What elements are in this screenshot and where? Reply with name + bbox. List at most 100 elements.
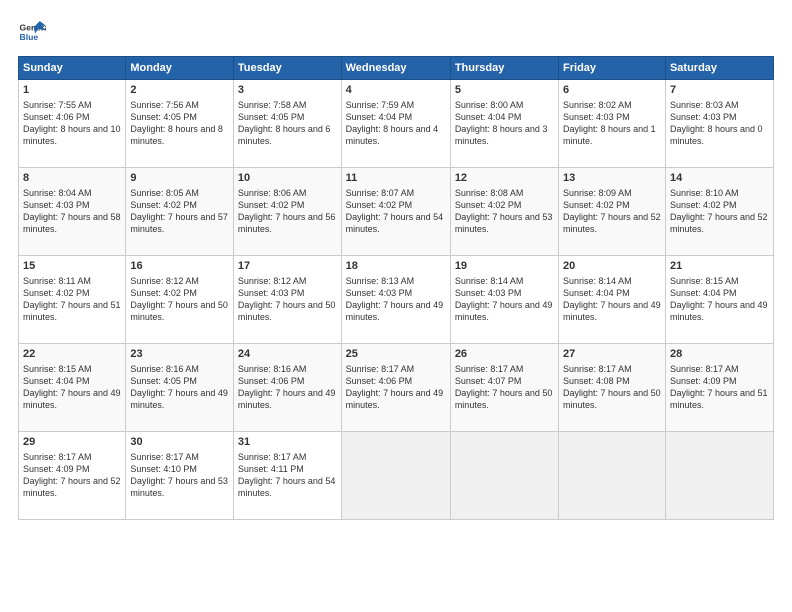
calendar-day-cell: 13Sunrise: 8:09 AMSunset: 4:02 PMDayligh… (559, 168, 666, 256)
sunrise-text: Sunrise: 8:17 AM (455, 364, 524, 374)
sunset-text: Sunset: 4:05 PM (238, 112, 305, 122)
day-of-week-header: Thursday (450, 57, 558, 80)
daylight-text: Daylight: 7 hours and 53 minutes. (455, 212, 553, 234)
calendar-day-cell: 17Sunrise: 8:12 AMSunset: 4:03 PMDayligh… (233, 256, 341, 344)
calendar-day-cell: 30Sunrise: 8:17 AMSunset: 4:10 PMDayligh… (126, 432, 234, 520)
day-number: 20 (563, 259, 661, 274)
sunrise-text: Sunrise: 8:00 AM (455, 100, 524, 110)
day-number: 8 (23, 171, 121, 186)
calendar-week-row: 29Sunrise: 8:17 AMSunset: 4:09 PMDayligh… (19, 432, 774, 520)
daylight-text: Daylight: 7 hours and 49 minutes. (455, 300, 553, 322)
sunrise-text: Sunrise: 8:15 AM (670, 276, 739, 286)
daylight-text: Daylight: 7 hours and 57 minutes. (130, 212, 228, 234)
daylight-text: Daylight: 7 hours and 54 minutes. (238, 476, 336, 498)
sunset-text: Sunset: 4:05 PM (130, 112, 197, 122)
day-number: 15 (23, 259, 121, 274)
sunset-text: Sunset: 4:06 PM (346, 376, 413, 386)
daylight-text: Daylight: 8 hours and 0 minutes. (670, 124, 763, 146)
calendar-page: General Blue SundayMondayTuesdayWednesda… (0, 0, 792, 612)
calendar-day-cell: 23Sunrise: 8:16 AMSunset: 4:05 PMDayligh… (126, 344, 234, 432)
sunrise-text: Sunrise: 8:17 AM (346, 364, 415, 374)
calendar-day-cell: 31Sunrise: 8:17 AMSunset: 4:11 PMDayligh… (233, 432, 341, 520)
day-of-week-header: Saturday (665, 57, 773, 80)
calendar-day-cell: 7 Sunrise: 8:03 AM Sunset: 4:03 PM Daylight… (665, 80, 773, 168)
sunrise-text: Sunrise: 7:59 AM (346, 100, 415, 110)
sunrise-text: Sunrise: 7:56 AM (130, 100, 199, 110)
daylight-text: Daylight: 7 hours and 52 minutes. (23, 476, 121, 498)
day-of-week-header: Sunday (19, 57, 126, 80)
calendar-day-cell: 19Sunrise: 8:14 AMSunset: 4:03 PMDayligh… (450, 256, 558, 344)
sunrise-text: Sunrise: 7:55 AM (23, 100, 92, 110)
sunrise-text: Sunrise: 8:03 AM (670, 100, 739, 110)
sunset-text: Sunset: 4:02 PM (130, 200, 197, 210)
daylight-text: Daylight: 7 hours and 49 minutes. (670, 300, 768, 322)
logo: General Blue (18, 18, 46, 46)
svg-text:Blue: Blue (20, 32, 39, 42)
calendar-day-cell: 8Sunrise: 8:04 AMSunset: 4:03 PMDaylight… (19, 168, 126, 256)
day-of-week-header: Wednesday (341, 57, 450, 80)
day-number: 12 (455, 171, 554, 186)
daylight-text: Daylight: 7 hours and 49 minutes. (238, 388, 336, 410)
calendar-day-cell: 11Sunrise: 8:07 AMSunset: 4:02 PMDayligh… (341, 168, 450, 256)
sunset-text: Sunset: 4:02 PM (130, 288, 197, 298)
sunset-text: Sunset: 4:10 PM (130, 464, 197, 474)
day-number: 17 (238, 259, 337, 274)
daylight-text: Daylight: 7 hours and 51 minutes. (23, 300, 121, 322)
calendar-day-cell: 9Sunrise: 8:05 AMSunset: 4:02 PMDaylight… (126, 168, 234, 256)
sunrise-text: Sunrise: 8:12 AM (130, 276, 199, 286)
calendar-week-row: 22Sunrise: 8:15 AMSunset: 4:04 PMDayligh… (19, 344, 774, 432)
calendar-day-cell (341, 432, 450, 520)
sunrise-text: Sunrise: 8:10 AM (670, 188, 739, 198)
calendar-header-row: SundayMondayTuesdayWednesdayThursdayFrid… (19, 57, 774, 80)
daylight-text: Daylight: 8 hours and 8 minutes. (130, 124, 223, 146)
sunrise-text: Sunrise: 8:17 AM (23, 452, 92, 462)
daylight-text: Daylight: 7 hours and 51 minutes. (670, 388, 768, 410)
daylight-text: Daylight: 7 hours and 54 minutes. (346, 212, 444, 234)
calendar-day-cell (665, 432, 773, 520)
day-of-week-header: Monday (126, 57, 234, 80)
sunset-text: Sunset: 4:03 PM (563, 112, 630, 122)
daylight-text: Daylight: 8 hours and 6 minutes. (238, 124, 331, 146)
daylight-text: Daylight: 7 hours and 50 minutes. (455, 388, 553, 410)
calendar-week-row: 15Sunrise: 8:11 AMSunset: 4:02 PMDayligh… (19, 256, 774, 344)
calendar-day-cell: 6Sunrise: 8:02 AMSunset: 4:03 PMDaylight… (559, 80, 666, 168)
calendar-day-cell: 4Sunrise: 7:59 AMSunset: 4:04 PMDaylight… (341, 80, 450, 168)
sunset-text: Sunset: 4:02 PM (238, 200, 305, 210)
sunset-text: Sunset: 4:02 PM (455, 200, 522, 210)
sunset-text: Sunset: 4:11 PM (238, 464, 304, 474)
sunrise-text: Sunrise: 8:17 AM (238, 452, 307, 462)
sunset-text: Sunset: 4:04 PM (346, 112, 413, 122)
daylight-text: Daylight: 7 hours and 52 minutes. (563, 212, 661, 234)
calendar-day-cell: 2Sunrise: 7:56 AMSunset: 4:05 PMDaylight… (126, 80, 234, 168)
day-number: 28 (670, 347, 769, 362)
sunrise-text: Sunrise: 8:08 AM (455, 188, 524, 198)
sunset-text: Sunset: 4:03 PM (346, 288, 413, 298)
calendar-day-cell: 27Sunrise: 8:17 AMSunset: 4:08 PMDayligh… (559, 344, 666, 432)
sunset-text: Sunset: 4:09 PM (23, 464, 90, 474)
calendar-day-cell: 18Sunrise: 8:13 AMSunset: 4:03 PMDayligh… (341, 256, 450, 344)
calendar-day-cell: 3Sunrise: 7:58 AMSunset: 4:05 PMDaylight… (233, 80, 341, 168)
day-number: 25 (346, 347, 446, 362)
day-number: 26 (455, 347, 554, 362)
sunset-text: Sunset: 4:09 PM (670, 376, 737, 386)
daylight-text: Daylight: 8 hours and 1 minute. (563, 124, 656, 146)
calendar-day-cell: 14Sunrise: 8:10 AMSunset: 4:02 PMDayligh… (665, 168, 773, 256)
day-of-week-header: Tuesday (233, 57, 341, 80)
sunset-text: Sunset: 4:03 PM (670, 112, 737, 122)
sunset-text: Sunset: 4:02 PM (23, 288, 90, 298)
sunrise-text: Sunrise: 8:12 AM (238, 276, 307, 286)
day-number: 30 (130, 435, 229, 450)
sunrise-text: Sunrise: 7:58 AM (238, 100, 307, 110)
calendar-day-cell: 24Sunrise: 8:16 AMSunset: 4:06 PMDayligh… (233, 344, 341, 432)
day-number: 23 (130, 347, 229, 362)
daylight-text: Daylight: 7 hours and 52 minutes. (670, 212, 768, 234)
calendar-day-cell: 26 Sunrise: 8:17 AM Sunset: 4:07 PM Dayligh… (450, 344, 558, 432)
day-number: 18 (346, 259, 446, 274)
sunset-text: Sunset: 4:07 PM (455, 376, 522, 386)
sunset-text: Sunset: 4:02 PM (563, 200, 630, 210)
sunrise-text: Sunrise: 8:16 AM (130, 364, 199, 374)
day-number: 14 (670, 171, 769, 186)
daylight-text: Daylight: 7 hours and 58 minutes. (23, 212, 121, 234)
calendar-day-cell (450, 432, 558, 520)
day-number: 7 (670, 83, 769, 98)
